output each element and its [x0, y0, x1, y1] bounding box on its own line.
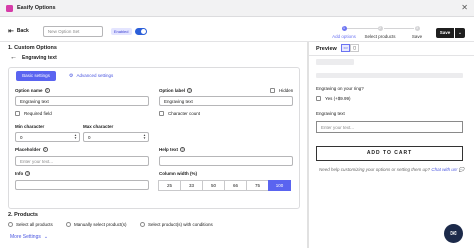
back-button[interactable]: ⇤ Back	[8, 27, 29, 35]
desktop-icon[interactable]: ▭	[341, 44, 350, 52]
hidden-checkbox[interactable]	[270, 88, 275, 93]
width-option-100[interactable]: 100	[268, 180, 291, 191]
save-button[interactable]: Save	[436, 28, 454, 38]
step-select-products[interactable]: 2 Select products	[364, 26, 396, 39]
character-count-checkbox[interactable]	[159, 111, 164, 116]
stepper-arrows-icon[interactable]: ▲ ▼	[143, 134, 146, 140]
radio-button[interactable]	[8, 222, 13, 227]
window-titlebar: Easify Options ✕	[0, 0, 474, 17]
option-label-input[interactable]: Engraving text	[159, 96, 293, 106]
option-name-label: Option name ?	[15, 88, 50, 93]
help-text-label: Help text ?	[159, 147, 186, 152]
stepper-arrows-icon[interactable]: ▲ ▼	[74, 134, 77, 140]
option-type-label: Engraving text	[22, 54, 57, 61]
chat-icon: 💬	[458, 167, 465, 172]
preview-engraving-input[interactable]: Enter your text...	[316, 121, 463, 133]
width-option-33[interactable]: 33	[180, 180, 203, 191]
back-label: Back	[16, 28, 29, 34]
help-circle-icon[interactable]: ?	[42, 147, 48, 152]
radio-select-all-products[interactable]: Select all products	[8, 222, 53, 227]
close-icon[interactable]: ✕	[461, 4, 468, 12]
preview-engraving-label: Engraving text	[316, 111, 345, 116]
required-field-row[interactable]: Required field	[15, 111, 52, 116]
option-label-label: Option label ?	[159, 88, 193, 93]
help-text-input[interactable]	[159, 156, 293, 166]
chevron-down-icon: ⌄	[43, 234, 49, 240]
min-character-label: Min character	[15, 124, 45, 129]
section-custom-options-title: 1. Custom Options	[8, 45, 57, 51]
placeholder-label: Placeholder ?	[15, 147, 48, 152]
enabled-toggle[interactable]	[134, 27, 147, 35]
gear-icon: ⚙	[69, 73, 74, 79]
option-set-name-input[interactable]: New Option Set	[42, 25, 103, 37]
preview-yes-checkbox[interactable]	[316, 96, 321, 101]
section-products-title: 2. Products	[8, 212, 38, 218]
preview-yes-checkbox-row[interactable]: Yes (+$9.99)	[316, 96, 350, 101]
help-message: Need help customizing your options or se…	[319, 167, 465, 172]
hidden-checkbox-row[interactable]: Hidden	[270, 88, 293, 93]
preview-title: Preview	[316, 46, 337, 52]
width-option-75[interactable]: 75	[246, 180, 269, 191]
preview-pane: Preview ▭ ▯ Engraving on your ring? Yes …	[309, 42, 474, 248]
info-label: Info ?	[15, 171, 31, 176]
help-circle-icon[interactable]: ?	[44, 88, 50, 93]
skeleton-line	[316, 73, 463, 78]
radio-button[interactable]	[140, 222, 145, 227]
character-count-row[interactable]: Character count	[159, 111, 200, 116]
help-circle-icon[interactable]: ?	[180, 147, 186, 152]
status-badge: Enabled	[110, 27, 132, 35]
min-character-input[interactable]: 0 ▲ ▼	[15, 132, 80, 142]
column-width-selector: 25 33 50 66 75 100	[158, 180, 291, 191]
chat-bubble-icon[interactable]: ✉	[444, 224, 463, 243]
option-name-input[interactable]: Engraving text	[15, 96, 149, 106]
preview-question-label: Engraving on your ring?	[316, 86, 364, 91]
window-title: Easify Options	[17, 5, 56, 11]
tab-advanced-settings[interactable]: ⚙ Advanced settings	[65, 71, 117, 81]
help-circle-icon[interactable]: ?	[25, 171, 31, 176]
radio-button[interactable]	[66, 222, 71, 227]
tab-advanced-settings-label: Advanced settings	[76, 73, 114, 78]
max-character-label: Max character	[83, 124, 114, 129]
add-to-cart-button[interactable]: ADD TO CART	[316, 146, 463, 161]
save-dropdown-chevron-icon[interactable]: ⌄	[455, 28, 465, 38]
step-add-options[interactable]: 1 Add options	[330, 26, 358, 39]
width-option-66[interactable]: 66	[224, 180, 247, 191]
step-save[interactable]: 3 Save	[408, 26, 426, 39]
progress-stepper: 1 Add options 2 Select products 3 Save	[326, 26, 426, 42]
width-option-25[interactable]: 25	[158, 180, 181, 191]
column-width-label: Column width (%)	[159, 171, 197, 176]
back-arrow-icon: ⇤	[8, 28, 14, 35]
more-settings-link[interactable]: More Settings ⌄	[10, 234, 48, 240]
preview-divider	[309, 55, 474, 56]
radio-select-products-conditions[interactable]: Select product(s) with conditions	[140, 222, 213, 227]
app-logo-icon	[6, 4, 13, 12]
skeleton-line	[316, 59, 354, 65]
device-toggle: ▭ ▯	[341, 44, 359, 52]
required-field-checkbox[interactable]	[15, 111, 20, 116]
mobile-icon[interactable]: ▯	[350, 44, 359, 52]
info-input[interactable]	[15, 180, 149, 190]
radio-manually-select-products[interactable]: Manually select product(s)	[66, 222, 127, 227]
chat-link[interactable]: Chat with us!	[431, 167, 457, 172]
back-arrow-icon[interactable]: ←	[10, 54, 17, 61]
option-type-header: ← Engraving text	[10, 54, 57, 61]
width-option-50[interactable]: 50	[202, 180, 225, 191]
help-circle-icon[interactable]: ?	[187, 88, 193, 93]
placeholder-input[interactable]: Enter your text...	[15, 156, 149, 166]
max-character-input[interactable]: 0 ▲ ▼	[83, 132, 149, 142]
options-editor: 1. Custom Options ← Engraving text Basic…	[0, 42, 307, 248]
tab-basic-settings[interactable]: Basic settings	[16, 71, 56, 81]
